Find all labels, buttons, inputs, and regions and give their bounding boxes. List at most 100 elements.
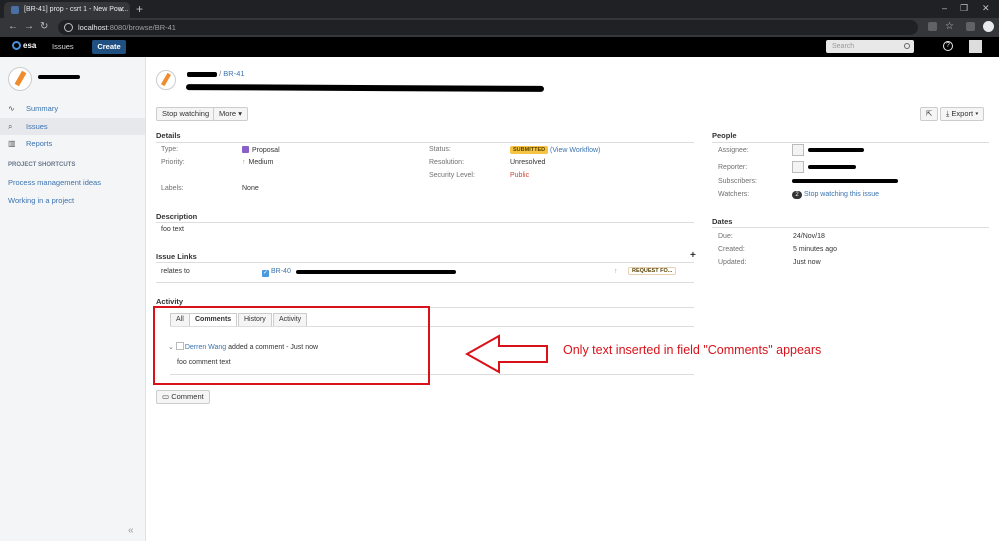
project-sidebar: ∿ Summary ⌕ Issues ▥ Reports PROJECT SHO…: [0, 57, 146, 541]
minimize-icon[interactable]: –: [942, 2, 947, 14]
bookmark-star-icon[interactable]: ☆: [945, 21, 954, 33]
reporter-name-redacted[interactable]: [808, 165, 856, 169]
browser-toolbar: ← → ↻ localhost:8080/browse/BR-41 ☆: [0, 18, 999, 37]
breadcrumb: / BR-41: [187, 69, 245, 78]
assignee-name-redacted[interactable]: [808, 148, 864, 152]
watchers-count-badge: 2: [792, 191, 802, 199]
project-name-redacted: [38, 75, 80, 79]
forward-icon[interactable]: →: [24, 21, 34, 33]
issue-view: / BR-41 Stop watching More ▾ ⇱ ⤓ Export …: [146, 57, 999, 541]
linked-summary-redacted: [296, 270, 456, 274]
divider: [156, 222, 694, 223]
sidebar-item-label: Summary: [26, 104, 59, 113]
issue-links-heading: Issue Links: [156, 252, 197, 261]
comment-button[interactable]: ▭ Comment: [156, 390, 210, 404]
help-icon[interactable]: ?: [943, 41, 953, 51]
issue-summary-redacted: [185, 84, 545, 92]
app-header: esa Issues Create Search ?: [0, 37, 999, 57]
avatar: [792, 161, 804, 173]
avatar: [792, 144, 804, 156]
add-link-icon[interactable]: +: [690, 250, 696, 261]
created-label: Created:: [718, 246, 745, 253]
site-info-icon[interactable]: [64, 23, 73, 32]
stop-watching-link[interactable]: Stop watching this issue: [804, 191, 879, 198]
updated-label: Updated:: [718, 259, 747, 266]
translate-icon[interactable]: [928, 22, 937, 31]
window-close-icon[interactable]: ✕: [982, 2, 990, 14]
resolution-label: Resolution:: [429, 159, 465, 166]
export-button[interactable]: ⤓ Export ▾: [940, 107, 985, 121]
browser-tab[interactable]: [BR-41] prop - csrt 1 - New Pow... ✕: [4, 2, 130, 18]
restore-icon[interactable]: ❐: [960, 2, 968, 14]
reload-icon[interactable]: ↻: [40, 21, 48, 33]
divider: [156, 262, 694, 263]
type-label: Type:: [161, 146, 179, 153]
url-text: localhost:8080/browse/BR-41: [78, 23, 176, 32]
browser-tab-strip: [BR-41] prop - csrt 1 - New Pow... ✕ + –…: [0, 0, 999, 18]
search-icon: [904, 43, 910, 49]
create-button[interactable]: Create: [92, 40, 126, 54]
description-text[interactable]: foo text: [161, 226, 184, 233]
comment-icon: ▭: [162, 392, 170, 401]
status-badge: REQUEST FO...: [628, 267, 677, 275]
project-avatar: [156, 70, 176, 90]
updated-value: Just now: [793, 259, 821, 266]
assignee-label: Assignee:: [718, 147, 749, 154]
sidebar-item-label: Reports: [26, 139, 53, 148]
details-heading: Details: [156, 131, 181, 140]
divider: [156, 282, 694, 283]
share-button[interactable]: ⇱: [920, 107, 938, 121]
share-icon: ⇱: [926, 109, 933, 118]
priority-value: ↑ Medium: [242, 159, 274, 166]
collapse-sidebar-icon[interactable]: «: [128, 525, 134, 536]
chevron-down-icon: ▾: [975, 109, 979, 118]
labels-value: None: [242, 185, 259, 192]
sidebar-item-issues[interactable]: ⌕ Issues: [0, 118, 145, 135]
shortcut-link[interactable]: Working in a project: [8, 196, 74, 205]
arrow-up-icon: ↑: [242, 159, 246, 166]
back-icon[interactable]: ←: [8, 21, 18, 33]
due-value: 24/Nov/18: [793, 233, 825, 240]
chart-icon: ▥: [8, 139, 16, 148]
created-value: 5 minutes ago: [793, 246, 837, 253]
issues-menu[interactable]: Issues: [52, 42, 74, 51]
favicon-icon: [11, 6, 19, 14]
proposal-icon: [242, 146, 249, 153]
linked-status: REQUEST FO...: [628, 267, 677, 275]
search-input[interactable]: Search: [826, 40, 914, 53]
more-button[interactable]: More ▾: [213, 107, 248, 121]
description-heading: Description: [156, 212, 198, 221]
reporter-label: Reporter:: [718, 164, 748, 171]
app-logo[interactable]: esa: [12, 41, 36, 50]
issue-key-link[interactable]: BR-41: [223, 69, 244, 78]
status-badge: SUBMITTED: [510, 146, 549, 154]
project-avatar[interactable]: [8, 67, 32, 91]
annotation-highlight-box: [153, 306, 430, 385]
shortcut-link[interactable]: Process management ideas: [8, 178, 101, 187]
project-link-redacted[interactable]: [187, 71, 217, 77]
avatar[interactable]: [969, 40, 982, 53]
watchers-value: 2 Stop watching this issue: [792, 191, 879, 199]
people-heading: People: [712, 131, 737, 140]
subscribers-redacted: [792, 179, 898, 183]
priority-label: Priority:: [161, 159, 185, 166]
view-workflow-link[interactable]: (View Workflow): [550, 147, 600, 154]
logo-icon: [12, 41, 21, 50]
status-label: Status:: [429, 146, 451, 153]
stop-watching-button[interactable]: Stop watching: [156, 107, 216, 121]
security-value: Public: [510, 172, 530, 179]
status-value: SUBMITTED (View Workflow): [510, 146, 600, 154]
sidebar-item-summary[interactable]: ∿ Summary: [0, 100, 145, 117]
profile-avatar[interactable]: [983, 21, 994, 32]
linked-issue-key[interactable]: BR-40: [271, 268, 291, 275]
new-tab-icon[interactable]: +: [136, 2, 143, 16]
divider: [156, 142, 694, 143]
extension-icon[interactable]: [966, 22, 975, 31]
close-tab-icon[interactable]: ✕: [118, 2, 125, 18]
type-value: Proposal: [242, 146, 280, 154]
address-bar[interactable]: localhost:8080/browse/BR-41: [58, 20, 918, 35]
arrow-up-icon: ↑: [614, 268, 618, 275]
linked-issue[interactable]: ✓ BR-40: [262, 268, 291, 277]
sidebar-item-reports[interactable]: ▥ Reports: [0, 135, 145, 152]
resolution-value: Unresolved: [510, 159, 546, 166]
